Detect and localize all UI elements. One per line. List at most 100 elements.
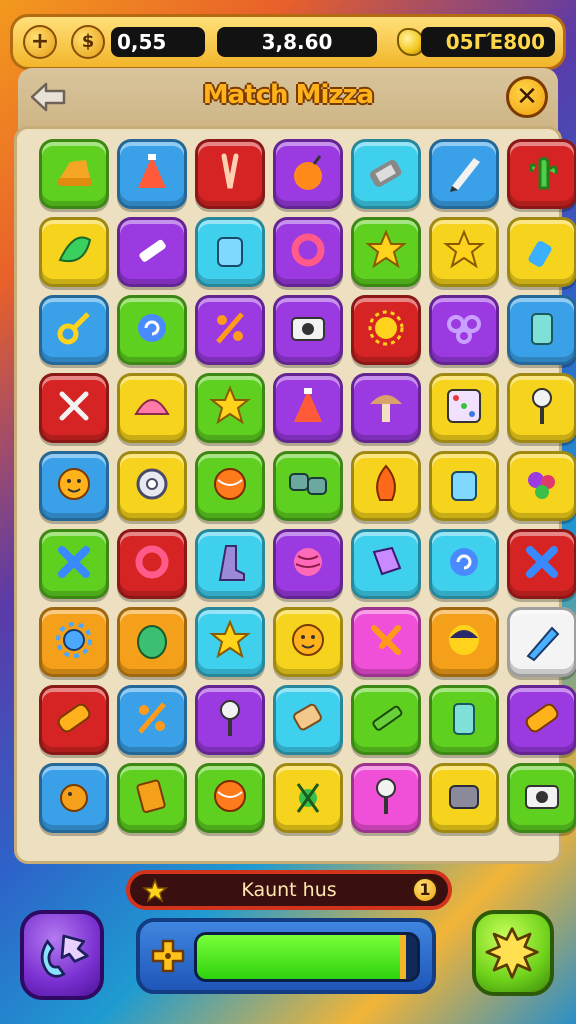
syringe-icon xyxy=(128,226,176,278)
board-tile[interactable] xyxy=(195,295,265,365)
board-tile[interactable] xyxy=(39,607,109,677)
level-progress xyxy=(136,918,436,994)
board-tile[interactable] xyxy=(429,373,499,443)
board-tile[interactable] xyxy=(351,451,421,521)
board-tile[interactable] xyxy=(39,529,109,599)
battery-icon xyxy=(362,148,410,200)
level-header: Match Mizza ✕ xyxy=(18,68,558,130)
phone-arrow-icon xyxy=(40,934,89,978)
board-tile[interactable] xyxy=(507,607,576,677)
board-tile[interactable] xyxy=(195,763,265,833)
board-tile[interactable] xyxy=(351,529,421,599)
board-tile[interactable] xyxy=(429,685,499,755)
board-tile[interactable] xyxy=(195,373,265,443)
gem-counter-value: 05ΓΈ800 xyxy=(445,30,545,54)
camera-icon xyxy=(518,772,566,824)
board-tile[interactable] xyxy=(273,217,343,287)
board-tile[interactable] xyxy=(507,295,576,365)
board-tile[interactable] xyxy=(117,607,187,677)
cone-icon xyxy=(284,382,332,434)
crayon-icon xyxy=(362,694,410,746)
score-counter: 3,8.60 xyxy=(217,27,377,57)
bubbles-icon xyxy=(440,304,488,356)
board-tile[interactable] xyxy=(273,139,343,209)
board-tile[interactable] xyxy=(507,529,576,599)
board-tile[interactable] xyxy=(117,295,187,365)
cone-icon xyxy=(128,148,176,200)
board-tile[interactable] xyxy=(273,451,343,521)
board-tile[interactable] xyxy=(507,763,576,833)
board-tile[interactable] xyxy=(195,685,265,755)
board-tile[interactable] xyxy=(39,373,109,443)
board-tile[interactable] xyxy=(195,451,265,521)
add-currency-button[interactable]: + xyxy=(23,25,57,59)
leaf-icon xyxy=(50,226,98,278)
board-tile[interactable] xyxy=(39,451,109,521)
cup-icon xyxy=(518,304,566,356)
board-tile[interactable] xyxy=(507,373,576,443)
game-board xyxy=(14,126,576,864)
board-tile[interactable] xyxy=(429,607,499,677)
board-tile[interactable] xyxy=(351,217,421,287)
shuffle-button[interactable] xyxy=(20,910,104,1000)
flame-icon xyxy=(362,460,410,512)
egg-icon xyxy=(128,616,176,668)
face-icon xyxy=(284,616,332,668)
board-tile[interactable] xyxy=(39,295,109,365)
board-tile[interactable] xyxy=(429,451,499,521)
board-tile[interactable] xyxy=(39,139,109,209)
board-tile[interactable] xyxy=(195,607,265,677)
board-tile[interactable] xyxy=(507,685,576,755)
board-tile[interactable] xyxy=(351,139,421,209)
board-tile[interactable] xyxy=(273,607,343,677)
board-tile[interactable] xyxy=(429,139,499,209)
board-tile[interactable] xyxy=(39,763,109,833)
tweezers-icon xyxy=(206,148,254,200)
board-tile[interactable] xyxy=(351,763,421,833)
board-tile[interactable] xyxy=(195,139,265,209)
camera-icon xyxy=(284,304,332,356)
board-tile[interactable] xyxy=(429,217,499,287)
board-tile[interactable] xyxy=(195,529,265,599)
board-tile[interactable] xyxy=(39,217,109,287)
bottle-icon xyxy=(518,226,566,278)
board-tile[interactable] xyxy=(117,763,187,833)
cactus-icon xyxy=(518,148,566,200)
bird-icon xyxy=(50,772,98,824)
plus-icon[interactable] xyxy=(150,938,186,974)
board-tile[interactable] xyxy=(429,763,499,833)
bug-icon xyxy=(284,772,332,824)
board-tile[interactable] xyxy=(507,139,576,209)
board-tile[interactable] xyxy=(273,685,343,755)
info-badge[interactable]: 1 xyxy=(412,877,438,903)
cross-icon xyxy=(518,538,566,590)
board-tile[interactable] xyxy=(351,373,421,443)
board-tile[interactable] xyxy=(429,529,499,599)
donut-icon xyxy=(128,460,176,512)
board-tile[interactable] xyxy=(273,529,343,599)
coin-icon: $ xyxy=(71,25,105,59)
board-tile[interactable] xyxy=(117,685,187,755)
board-tile[interactable] xyxy=(507,451,576,521)
board-tile[interactable] xyxy=(39,685,109,755)
board-tile[interactable] xyxy=(273,295,343,365)
board-tile[interactable] xyxy=(273,373,343,443)
board-tile[interactable] xyxy=(117,373,187,443)
scroll-icon xyxy=(284,694,332,746)
board-tile[interactable] xyxy=(351,685,421,755)
jar-icon xyxy=(206,226,254,278)
board-tile[interactable] xyxy=(195,217,265,287)
splat-icon xyxy=(485,927,539,979)
board-tile[interactable] xyxy=(351,295,421,365)
board-tile[interactable] xyxy=(507,217,576,287)
board-tile[interactable] xyxy=(117,217,187,287)
board-tile[interactable] xyxy=(117,451,187,521)
close-button[interactable]: ✕ xyxy=(506,76,548,118)
board-tile[interactable] xyxy=(117,529,187,599)
pin-icon xyxy=(362,772,410,824)
board-tile[interactable] xyxy=(273,763,343,833)
board-tile[interactable] xyxy=(351,607,421,677)
hint-button[interactable] xyxy=(472,910,554,996)
board-tile[interactable] xyxy=(117,139,187,209)
board-tile[interactable] xyxy=(429,295,499,365)
